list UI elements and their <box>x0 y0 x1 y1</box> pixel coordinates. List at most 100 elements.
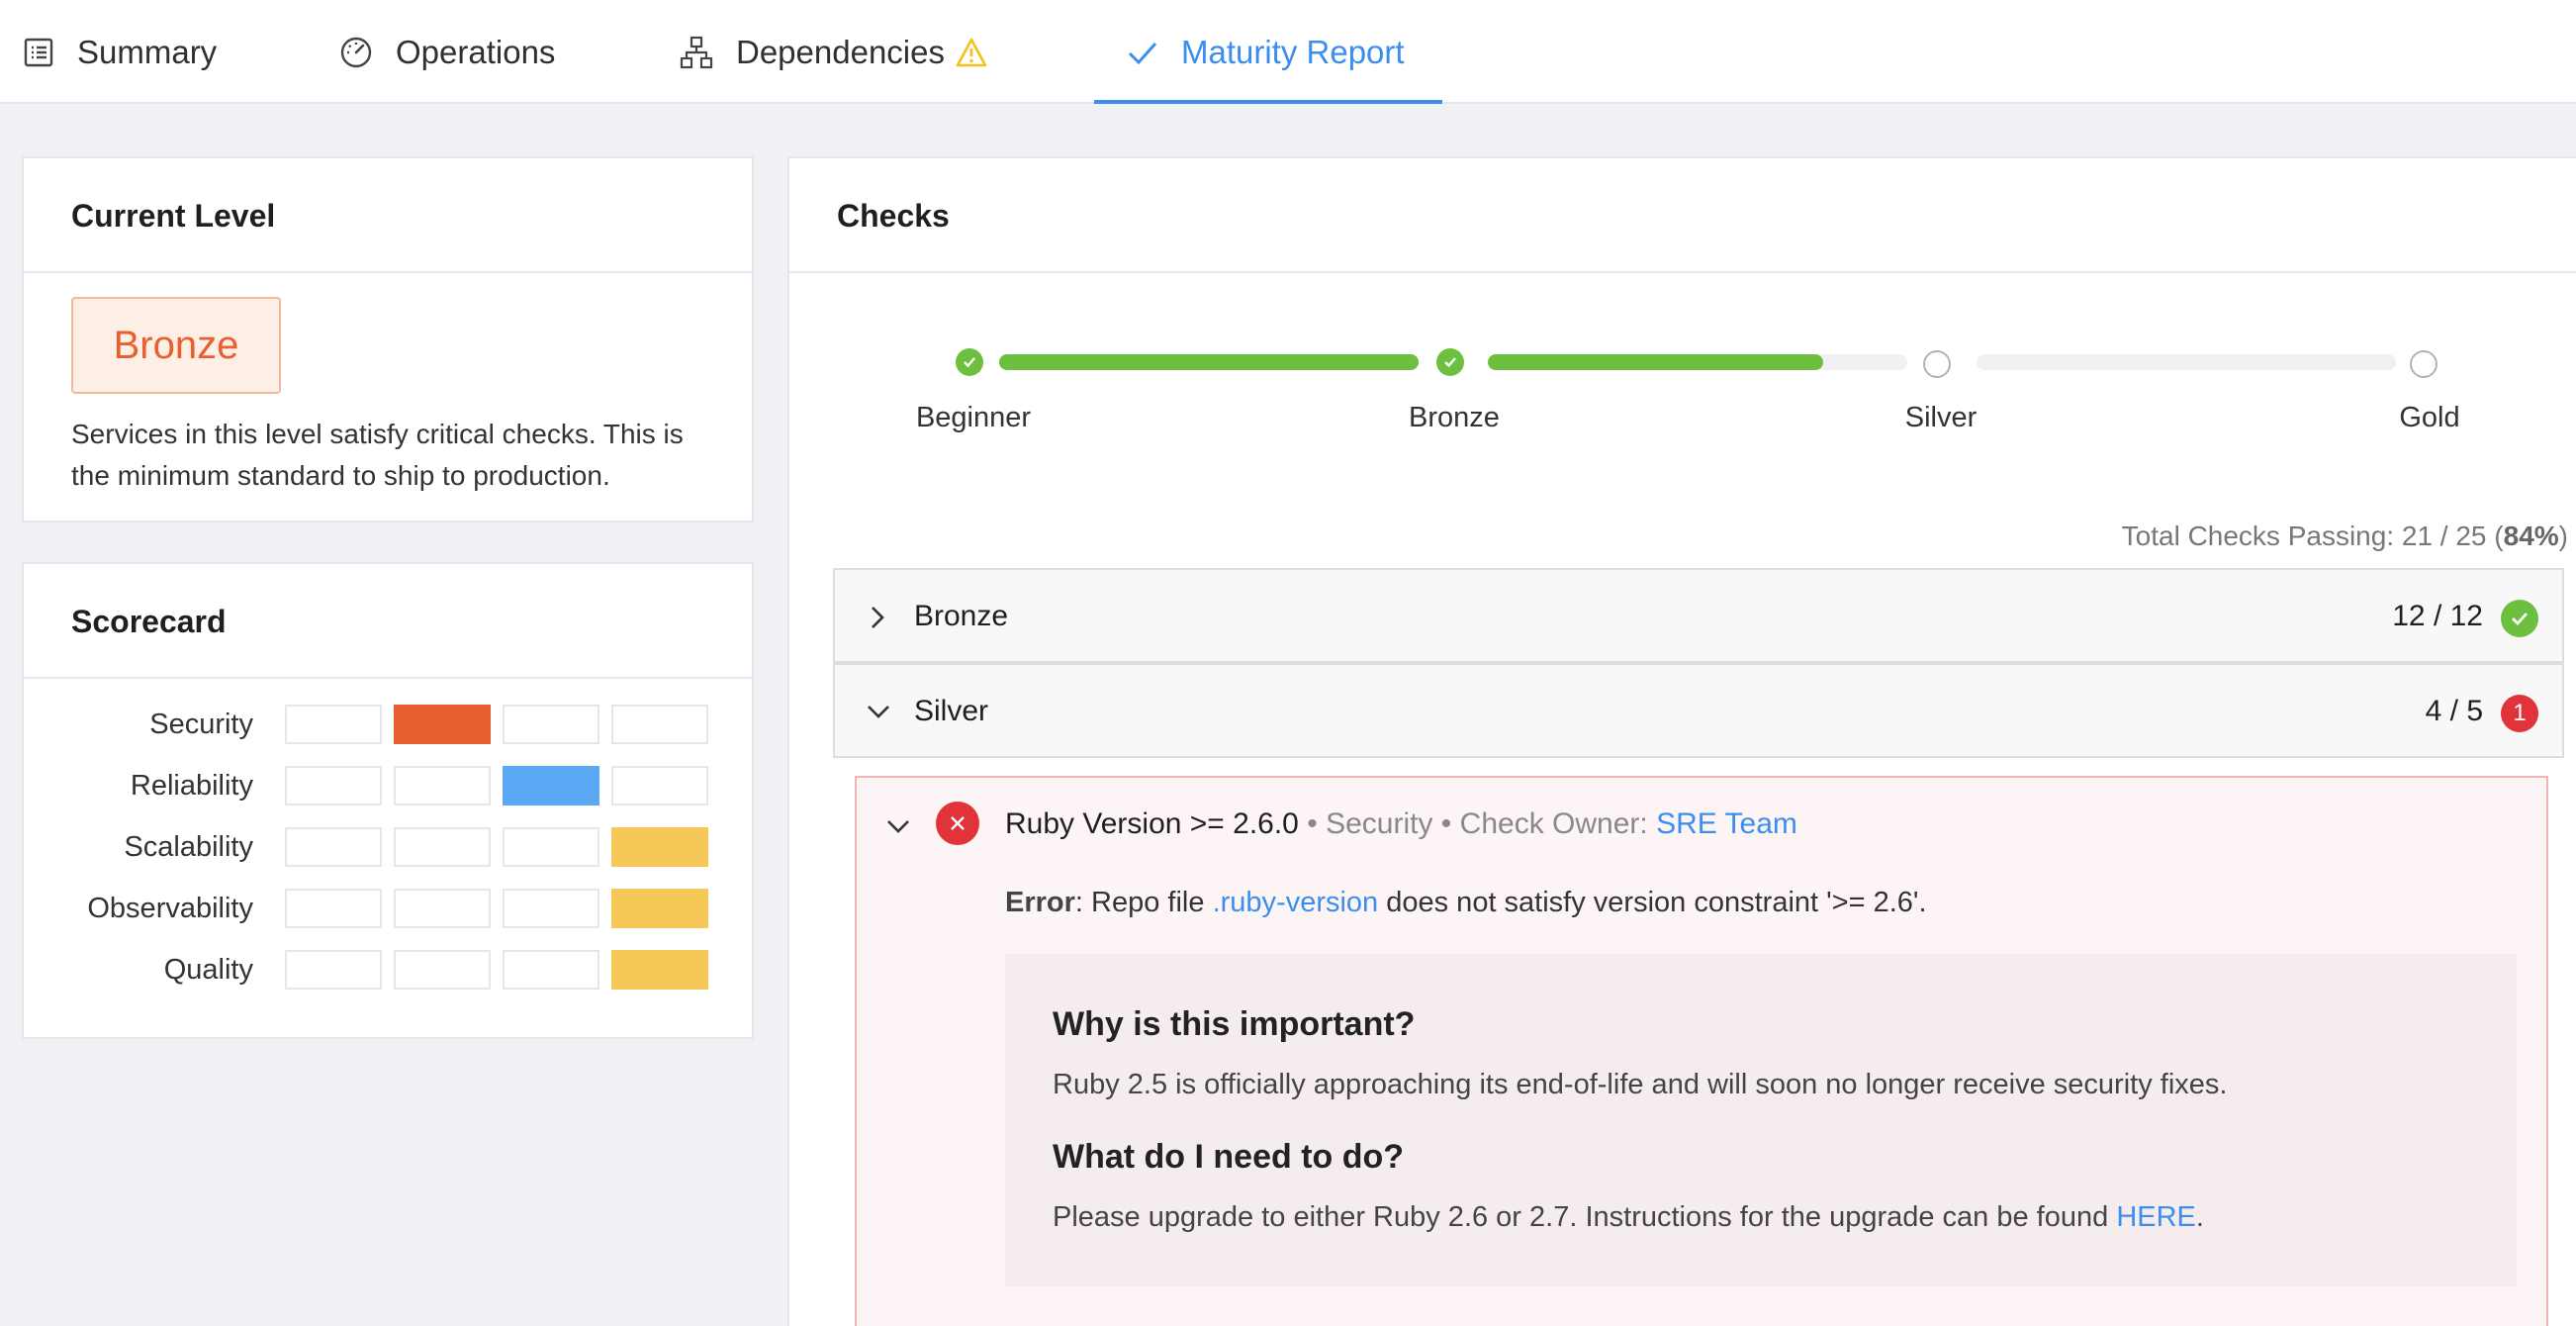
step-label: Bronze <box>1409 402 1500 433</box>
scorecard-label: Scalability <box>124 831 253 863</box>
failed-count-badge: 1 <box>2501 695 2538 732</box>
failed-check-detail: Ruby Version >= 2.6.0 • Security • Check… <box>855 776 2548 1326</box>
progress-segment <box>1977 354 2396 370</box>
remediation-info: Why is this important? Ruby 2.5 is offic… <box>1005 954 2517 1286</box>
level-description: Services in this level satisfy critical … <box>71 419 684 491</box>
current-level-title: Current Level <box>71 198 276 234</box>
scorecard-label: Security <box>149 709 253 740</box>
scorecard-label: Reliability <box>130 770 253 802</box>
total-checks-passing: Total Checks Passing: 21 / 25 (84%) <box>2122 521 2568 552</box>
check-category: Security <box>1326 807 1433 840</box>
todo-body: Please upgrade to either Ruby 2.6 or 2.7… <box>1053 1201 2117 1233</box>
scorecard-cell <box>285 950 382 990</box>
scorecard-cell <box>611 950 708 990</box>
group-count: 12 / 12 <box>2392 600 2483 632</box>
scorecard-label: Observability <box>87 893 253 924</box>
checks-title: Checks <box>837 198 950 234</box>
separator: • <box>1440 807 1452 840</box>
progress-segment <box>999 354 1419 370</box>
tab-summary[interactable]: Summary <box>22 0 217 104</box>
hierarchy-icon <box>679 35 714 70</box>
owner-label: Check Owner: <box>1459 807 1648 840</box>
chevron-right-icon[interactable] <box>865 604 890 636</box>
list-icon <box>22 36 55 69</box>
scorecard-label: Quality <box>163 954 253 986</box>
step-dot-silver <box>1923 350 1951 378</box>
scorecard-cell <box>394 889 491 928</box>
check-icon <box>1444 357 1456 368</box>
why-title: Why is this important? <box>1053 1005 1416 1043</box>
why-text: Ruby 2.5 is officially approaching its e… <box>1053 1069 2228 1100</box>
step-label: Beginner <box>915 402 1032 433</box>
error-text: does not satisfy version constraint '>= … <box>1378 887 1927 918</box>
scorecard-cell <box>503 705 599 744</box>
tab-operations-label: Operations <box>396 33 556 70</box>
ruby-version-file-link[interactable]: .ruby-version <box>1213 887 1379 918</box>
scorecard-cell <box>285 705 382 744</box>
scorecard-cell <box>611 889 708 928</box>
scorecard-cell <box>394 827 491 867</box>
step-dot-gold <box>2410 350 2438 378</box>
gauge-icon <box>338 35 374 70</box>
scorecard-cell <box>394 950 491 990</box>
passed-check-icon <box>2501 600 2538 637</box>
card-divider <box>24 271 752 273</box>
active-tab-indicator <box>1094 100 1442 104</box>
error-label: Error <box>1005 887 1075 918</box>
scorecard-cell <box>611 766 708 805</box>
todo-end: . <box>2195 1201 2204 1233</box>
check-header: Ruby Version >= 2.6.0 • Security • Check… <box>1005 807 1797 841</box>
total-percent: 84% <box>2503 521 2559 551</box>
card-divider <box>789 271 2576 273</box>
scorecard-cell <box>611 827 708 867</box>
scorecard-cell <box>394 705 491 744</box>
group-count: 4 / 5 <box>2425 695 2483 727</box>
scorecard-cell <box>285 889 382 928</box>
todo-title: What do I need to do? <box>1053 1138 1405 1176</box>
scorecard-cell <box>503 889 599 928</box>
scorecard-cell <box>503 766 599 805</box>
owner-link[interactable]: SRE Team <box>1656 807 1797 840</box>
tab-bar: Summary Operations Dependencies Maturity… <box>0 0 2576 104</box>
check-group-bronze[interactable]: Bronze 12 / 12 <box>833 568 2564 663</box>
progress-segment <box>1488 354 1907 370</box>
total-prefix: Total Checks Passing: 21 / 25 ( <box>2121 521 2504 551</box>
step-dot-beginner <box>956 348 983 376</box>
tab-maturity-report-label: Maturity Report <box>1181 33 1405 70</box>
instructions-link[interactable]: HERE <box>2116 1201 2196 1233</box>
scorecard-title: Scorecard <box>71 604 227 639</box>
total-suffix: ) <box>2558 521 2568 551</box>
check-group-silver[interactable]: Silver 4 / 5 1 <box>833 663 2564 758</box>
chevron-down-icon[interactable] <box>884 813 912 844</box>
level-badge: Bronze <box>71 297 281 394</box>
step-label: Gold <box>2399 402 2460 433</box>
scorecard-cell <box>503 950 599 990</box>
tab-maturity-report[interactable]: Maturity Report <box>1126 0 1405 104</box>
scorecard-cell <box>285 827 382 867</box>
tab-operations[interactable]: Operations <box>338 0 555 104</box>
scorecard-cell <box>611 705 708 744</box>
group-name: Bronze <box>914 600 1009 632</box>
progress-fill <box>999 354 1419 370</box>
todo-text: Please upgrade to either Ruby 2.6 or 2.7… <box>1053 1201 2204 1234</box>
warning-icon <box>955 37 988 68</box>
scorecard-cell <box>503 827 599 867</box>
error-text: : Repo file <box>1074 887 1213 918</box>
scorecard-cell <box>285 766 382 805</box>
scorecard-card: Scorecard Security Reliability Scalability… <box>22 562 754 1039</box>
tab-summary-label: Summary <box>77 33 218 70</box>
check-name: Ruby Version >= 2.6.0 <box>1005 807 1299 840</box>
separator: • <box>1307 807 1318 840</box>
scorecard-cell <box>394 766 491 805</box>
tab-dependencies-label: Dependencies <box>736 33 945 70</box>
error-icon <box>936 802 979 845</box>
current-level-card: Current Level Bronze Services in this le… <box>22 156 754 522</box>
progress-fill <box>1488 354 1824 370</box>
check-icon <box>964 357 975 368</box>
card-divider <box>24 677 752 679</box>
tab-dependencies[interactable]: Dependencies <box>679 0 988 104</box>
chevron-down-icon[interactable] <box>865 699 892 729</box>
group-name: Silver <box>914 695 989 727</box>
step-dot-bronze <box>1436 348 1464 376</box>
checkmark-icon <box>1126 36 1159 69</box>
